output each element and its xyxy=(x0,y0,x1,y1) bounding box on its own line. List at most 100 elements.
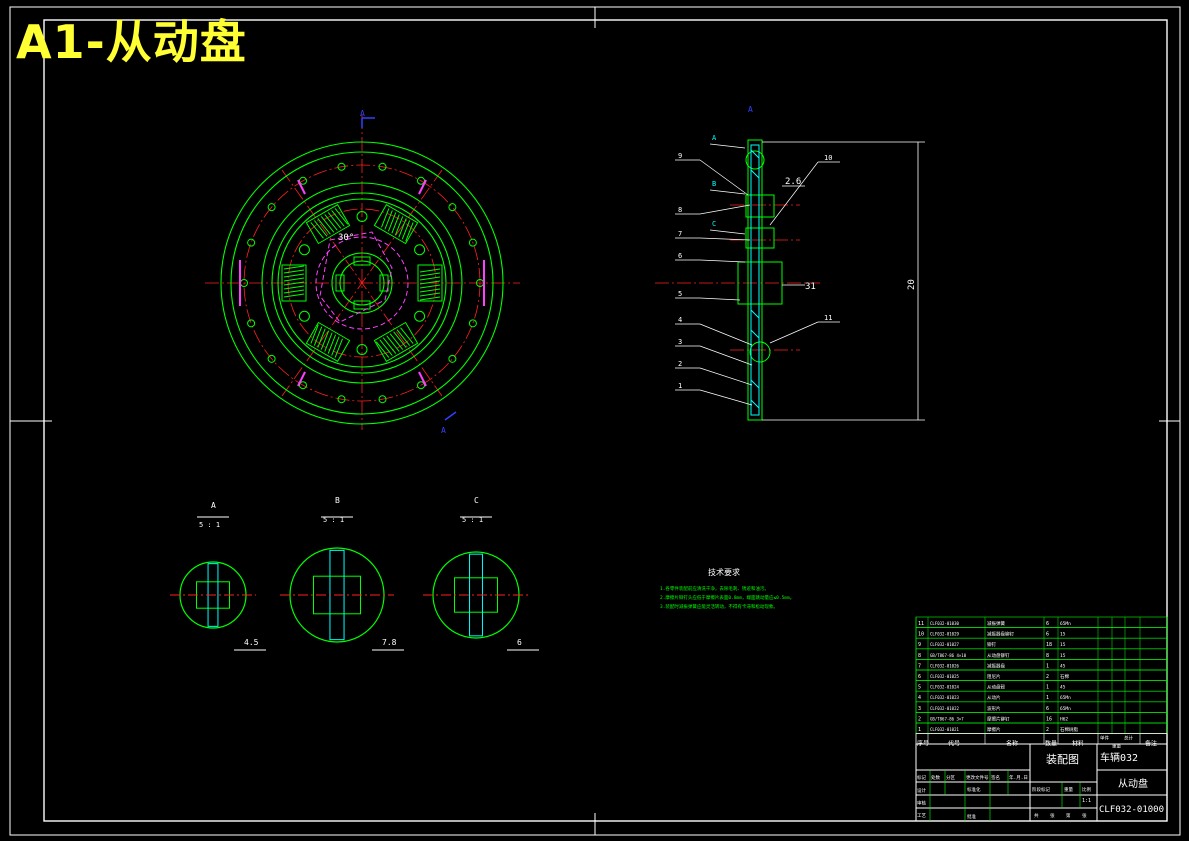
part-number-label: 7 xyxy=(678,230,682,238)
bom-row: 9 CLF032-01027 铆钉 18 15 xyxy=(915,637,1168,650)
revision-label: 分区 xyxy=(946,774,955,781)
bom-name: 摩擦片 xyxy=(987,726,1001,733)
role-label: 设计 xyxy=(917,787,926,794)
sheet-label: 张 xyxy=(1050,812,1055,819)
bom-material: 石棉树脂 xyxy=(1060,726,1078,733)
section-mark-top: A xyxy=(360,109,365,118)
stage-label: 重量 xyxy=(1064,786,1073,793)
part-number-label: 6 xyxy=(678,252,682,260)
bom-no: 10 xyxy=(918,632,924,638)
section-mark-bottom: A xyxy=(441,426,446,435)
detail-C: C 5 : 1 6 xyxy=(423,496,539,651)
bom-qty: 2 xyxy=(1046,674,1049,680)
section-view: A 2.6 31 20 9 8 7 6 5 4 3 2 1 A B C 10 11 xyxy=(655,105,925,421)
bom-name: 铆钉 xyxy=(987,641,996,648)
sheet-label: 张 xyxy=(1082,812,1087,819)
callout-label: B xyxy=(712,180,716,188)
bom-no: 6 xyxy=(918,674,921,680)
revision-label: 标记 xyxy=(917,774,926,781)
bom-material: 石棉 xyxy=(1060,673,1069,680)
detail-dim: 4.5 xyxy=(244,638,259,647)
rivet-hole xyxy=(247,319,256,328)
part-number-label: 5 xyxy=(678,290,682,298)
bom-no: 1 xyxy=(918,727,921,733)
part-number-label: 2 xyxy=(678,360,682,368)
stage-label: 阶段标记 xyxy=(1032,786,1050,793)
stage-label: 比例 xyxy=(1082,786,1091,793)
bom-qty: 2 xyxy=(1046,727,1049,733)
bom-qty: 16 xyxy=(1046,716,1052,722)
bom-material: 15 xyxy=(1060,653,1066,659)
role-label: 审核 xyxy=(917,800,926,807)
title-block: 装配图 车辆032 从动盘 CLF032-01000 1:1 标记 处数 分区 更改文… xyxy=(915,743,1168,822)
drawing-type: 装配图 xyxy=(1046,753,1079,766)
role-label: 工艺 xyxy=(917,813,926,819)
bom-material: 65Mn xyxy=(1060,706,1071,712)
bom-code: CLF032-01030 xyxy=(930,621,959,626)
bom-no: 4 xyxy=(918,695,921,701)
part-number-label: 3 xyxy=(678,338,682,346)
bom-row: 5 CLF032-01024 从动盘毂 1 45 xyxy=(915,680,1168,692)
sheet-frame xyxy=(9,6,1181,836)
bom-material: H62 xyxy=(1060,716,1068,722)
bom-no: 8 xyxy=(918,653,921,659)
tech-line-3: 3.装配时减振弹簧应能灵活转动，不得有卡滞和松动现象。 xyxy=(660,603,778,610)
revision-label: 签名 xyxy=(991,774,1000,781)
project-name: 车辆032 xyxy=(1100,751,1138,764)
bom-name: 减振器盘铆钉 xyxy=(987,631,1014,638)
revision-label: 年.月.日 xyxy=(1009,774,1028,781)
approval-label: 批准 xyxy=(967,813,976,820)
bom-name: 摩擦片铆钉 xyxy=(987,715,1010,722)
revision-label: 处数 xyxy=(931,774,940,781)
detail-B: B 5 : 1 7.8 xyxy=(280,496,404,651)
bom-row: 10 CLF032-01029 减振器盘铆钉 6 15 xyxy=(915,627,1168,639)
damper-spring xyxy=(373,204,419,245)
part-number-label-right: 11 xyxy=(824,314,832,322)
tech-line-1: 1.各零件装配前应清洗干净，去除毛刺、锈迹和油污。 xyxy=(660,585,769,592)
bom-qty: 6 xyxy=(1046,632,1049,638)
bom-name: 波形片 xyxy=(987,705,1001,712)
callout-label: C xyxy=(712,220,716,228)
bom-table: 11 CLF032-01030 减振弹簧 6 65Mn10 CLF032-01029 减振器… xyxy=(915,616,1168,750)
bom-qty: 6 xyxy=(1046,706,1049,712)
bom-qty: 6 xyxy=(1046,621,1049,627)
detail-label: B xyxy=(335,496,340,505)
bom-code: CLF032-01026 xyxy=(930,663,959,668)
bom-name: 从动盘铆钉 xyxy=(987,652,1010,659)
bom-qty: 1 xyxy=(1046,685,1049,691)
bom-material: 15 xyxy=(1060,642,1066,648)
bom-no: 7 xyxy=(918,663,921,669)
bom-row: 11 CLF032-01030 减振弹簧 6 65Mn xyxy=(915,616,1168,628)
part-number-label: 9 xyxy=(678,152,682,160)
bom-material: 65Mn xyxy=(1060,621,1071,627)
angle-label: 30° xyxy=(338,233,354,243)
bom-row: 1 CLF032-01021 摩擦片 2 石棉树脂 xyxy=(915,722,1168,734)
revision-label: 更改文件号 xyxy=(966,774,989,781)
drawing-number: CLF032-01000 xyxy=(1099,805,1164,815)
dim-hub: 31 xyxy=(805,282,816,292)
front-view-driven-disc: 30° A A xyxy=(205,109,520,435)
bom-code: CLF032-01024 xyxy=(930,685,959,690)
dim-overall: 20 xyxy=(907,279,917,290)
part-number-label-right: 10 xyxy=(824,154,832,162)
bom-no: 5 xyxy=(918,685,921,691)
section-top-mark: A xyxy=(748,105,753,114)
bom-code: GB/T867-86 4×10 xyxy=(930,653,967,658)
dim-small: 2.6 xyxy=(785,177,801,187)
bom-no: 11 xyxy=(918,621,924,627)
detail-views: A 5 : 1 4.5 B 5 : 1 7.8 C 5 : 1 6 xyxy=(170,496,539,651)
technical-requirements: 技术要求 1.各零件装配前应清洗干净，去除毛刺、锈迹和油污。 2.摩擦片铆钉头应… xyxy=(660,567,794,610)
sheet-label: 第 xyxy=(1066,812,1071,819)
detail-label: C xyxy=(474,496,479,505)
damper-rivet xyxy=(298,310,310,322)
part-number-label: 1 xyxy=(678,382,682,390)
bom-material: 15 xyxy=(1060,632,1066,638)
bom-code: CLF032-01021 xyxy=(930,727,959,732)
damper-spring xyxy=(373,321,419,362)
detail-scale: 5 : 1 xyxy=(199,521,220,529)
bom-row: 6 CLF032-01025 阻尼片 2 石棉 xyxy=(915,669,1168,681)
rivet-hole xyxy=(468,319,477,328)
rivet-hole xyxy=(247,238,256,247)
bom-row: 7 CLF032-01026 减振器盘 1 45 xyxy=(915,659,1168,671)
bom-code: CLF032-01022 xyxy=(930,706,959,711)
